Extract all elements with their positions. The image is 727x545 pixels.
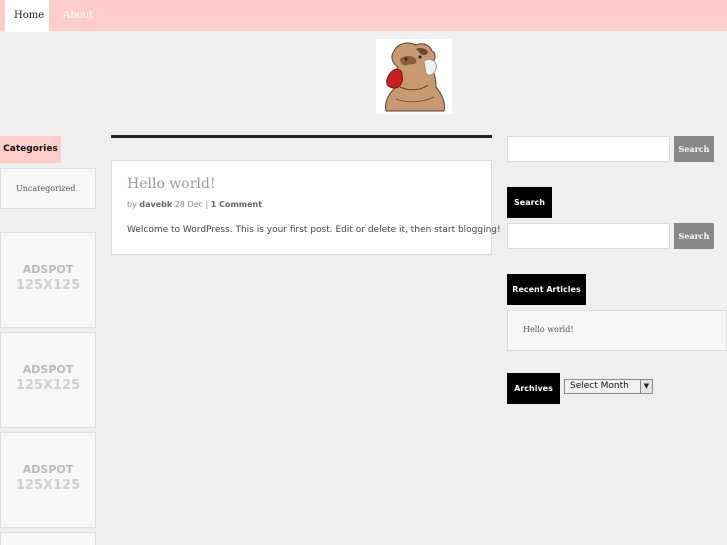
archives-heading: Archives bbox=[507, 373, 560, 404]
post-excerpt: Welcome to WordPress. This is your first… bbox=[127, 225, 501, 235]
ad-spot-size: 125X125 bbox=[15, 378, 81, 393]
recent-article-link[interactable]: Hello world! bbox=[523, 325, 574, 334]
post-title-link[interactable]: Hello world! bbox=[127, 176, 216, 192]
category-link-uncategorized[interactable]: Uncategorized bbox=[16, 184, 75, 193]
ad-spot-3[interactable]: ADSPOT 125X125 bbox=[0, 432, 96, 528]
ad-spot-label: ADSPOT bbox=[22, 363, 74, 376]
search-input-top[interactable] bbox=[507, 136, 670, 162]
search-button-top[interactable]: Search bbox=[674, 136, 714, 162]
ad-spot-label: ADSPOT bbox=[22, 463, 74, 476]
search-button-widget[interactable]: Search bbox=[674, 223, 714, 249]
post-date: 28 Dec bbox=[174, 200, 203, 209]
chevron-down-icon[interactable]: ▼ bbox=[640, 380, 652, 393]
post-meta-prefix: by bbox=[127, 200, 137, 209]
ad-spot-size: 125X125 bbox=[15, 478, 81, 493]
ad-spot-label: ADSPOT bbox=[22, 263, 74, 276]
content-divider bbox=[111, 135, 492, 138]
ad-spot-2[interactable]: ADSPOT 125X125 bbox=[0, 332, 96, 428]
categories-widget: Uncategorized bbox=[0, 168, 96, 209]
ad-spot-4-partial[interactable] bbox=[0, 532, 96, 545]
categories-heading: Categories bbox=[0, 136, 61, 163]
archives-select[interactable]: Select Month ▼ bbox=[564, 379, 653, 394]
bear-logo-icon bbox=[376, 39, 452, 114]
recent-articles-widget: Hello world! bbox=[507, 310, 727, 351]
post-meta-separator: | bbox=[205, 200, 209, 209]
post-card: Hello world! by davebk 28 Dec | 1 Commen… bbox=[111, 160, 501, 255]
ad-spot-size: 125X125 bbox=[15, 278, 81, 293]
recent-articles-heading: Recent Articles bbox=[507, 274, 586, 305]
site-logo[interactable] bbox=[376, 39, 452, 114]
ad-spot-1[interactable]: ADSPOT 125X125 bbox=[0, 232, 96, 328]
post-comments-link[interactable]: 1 Comment bbox=[211, 200, 262, 209]
search-input-widget[interactable] bbox=[507, 223, 670, 249]
search-widget-heading: Search bbox=[507, 187, 552, 218]
top-navigation-bar bbox=[0, 0, 727, 31]
archives-select-value: Select Month bbox=[570, 381, 629, 391]
post-meta: by davebk 28 Dec | 1 Comment bbox=[127, 200, 262, 209]
post-author-link[interactable]: davebk bbox=[139, 200, 172, 209]
nav-about-link[interactable]: About bbox=[54, 0, 102, 32]
nav-home-link[interactable]: Home bbox=[5, 0, 49, 32]
